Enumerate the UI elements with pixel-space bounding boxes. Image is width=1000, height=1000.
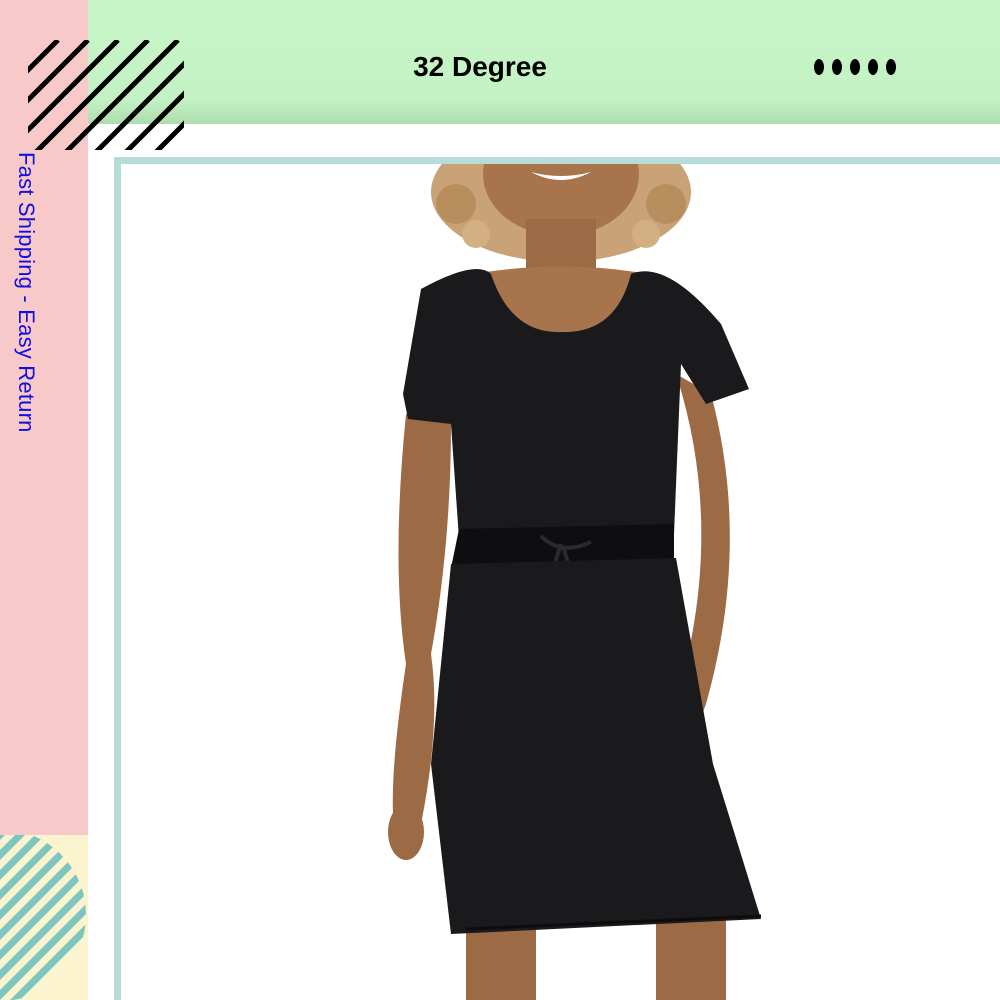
teal-hatch-pattern (0, 835, 86, 1000)
shipping-tagline: Fast Shipping - Easy Return (14, 152, 39, 433)
brand-title: 32 Degree (413, 51, 547, 82)
product-photo (121, 164, 1000, 1000)
corner-decoration (0, 835, 88, 1000)
model-photo-illustration (388, 164, 762, 1000)
dots-menu-icon[interactable] (812, 58, 902, 76)
black-hatch-pattern (28, 40, 184, 150)
product-listing-canvas: 32 Degree Fast Shipping - Easy Return (0, 0, 1000, 1000)
